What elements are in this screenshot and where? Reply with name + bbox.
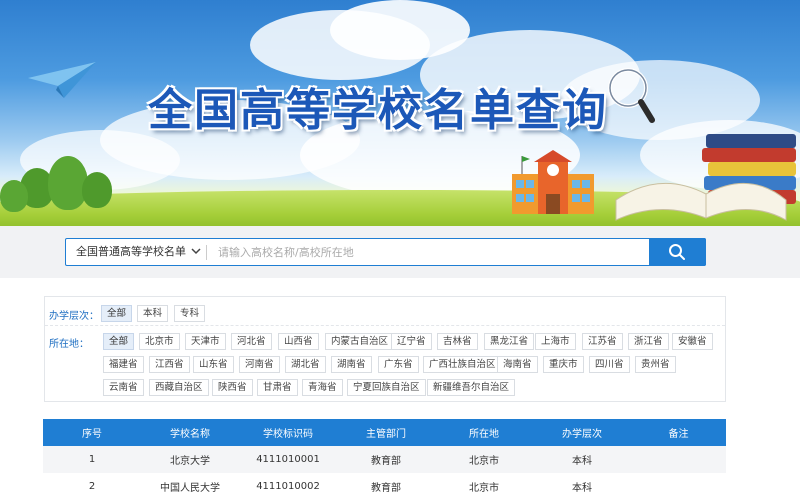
page-title: 全国高等学校名单查询 [148,85,608,136]
cell-level: 本科 [533,446,631,473]
column-header-school-code: 学校标识码 [239,419,337,446]
books-icon [615,134,796,221]
cell-school-name: 北京大学 [141,446,239,473]
column-header-department: 主管部门 [337,419,435,446]
search-icon [669,244,685,260]
location-option[interactable]: 宁夏回族自治区 [347,379,426,396]
level-option-undergraduate[interactable]: 本科 [137,305,169,322]
location-option[interactable]: 山东省 [193,356,234,373]
location-option[interactable]: 云南省 [103,379,144,396]
filter-divider [45,325,725,326]
location-option[interactable]: 内蒙古自治区 [325,333,395,350]
location-filter-label: 所在地： [49,339,89,350]
location-option[interactable]: 陕西省 [212,379,253,396]
school-building-icon [512,150,594,214]
level-filter-label: 办学层次： [49,311,99,322]
location-option[interactable]: 北京市 [139,333,180,350]
location-option[interactable]: 湖南省 [331,356,372,373]
paper-plane-icon [28,62,96,98]
location-option[interactable]: 河北省 [231,333,272,350]
cell-location: 北京市 [435,473,533,500]
location-option[interactable]: 辽宁省 [391,333,432,350]
location-option[interactable]: 江苏省 [582,333,623,350]
column-header-level: 办学层次 [533,419,631,446]
location-option[interactable]: 西藏自治区 [149,379,209,396]
search-scope-label: 全国普通高等学校名单 [76,245,186,258]
table-row: 1 北京大学 4111010001 教育部 北京市 本科 [43,446,726,473]
location-option[interactable]: 贵州省 [635,356,676,373]
cell-school-code: 4111010001 [239,446,337,473]
location-option[interactable]: 河南省 [239,356,280,373]
filter-panel: 办学层次： 全部 本科 专科 所在地： 全部 北京市 天津市 河北省 山西省 内… [44,296,726,402]
magnifier-icon [608,68,655,123]
column-header-school-name: 学校名称 [141,419,239,446]
location-option[interactable]: 四川省 [589,356,630,373]
location-option[interactable]: 重庆市 [543,356,584,373]
search-box: 全国普通高等学校名单 [65,238,706,266]
search-scope-dropdown[interactable]: 全国普通高等学校名单 [66,239,206,265]
cell-remarks [631,473,726,500]
column-header-index: 序号 [43,419,141,446]
school-list-table: 序号 学校名称 学校标识码 主管部门 所在地 办学层次 备注 1 北京大学 41… [43,419,726,500]
location-option[interactable]: 海南省 [497,356,538,373]
cell-level: 本科 [533,473,631,500]
location-option[interactable]: 安徽省 [672,333,713,350]
cell-index: 2 [43,473,141,500]
location-option[interactable]: 上海市 [535,333,576,350]
location-option[interactable]: 山西省 [278,333,319,350]
cell-department: 教育部 [337,473,435,500]
level-option-all[interactable]: 全部 [101,305,133,322]
cell-remarks [631,446,726,473]
search-divider [206,245,207,260]
search-button[interactable] [649,238,706,266]
chevron-down-icon [190,239,202,274]
cell-school-name: 中国人民大学 [141,473,239,500]
location-option-all[interactable]: 全部 [103,333,135,350]
location-option[interactable]: 广东省 [378,356,419,373]
level-option-junior-college[interactable]: 专科 [174,305,206,322]
location-option[interactable]: 福建省 [103,356,144,373]
location-option[interactable]: 广西壮族自治区 [423,356,502,373]
search-input[interactable] [218,242,638,262]
cell-department: 教育部 [337,446,435,473]
location-option[interactable]: 浙江省 [628,333,669,350]
location-option[interactable]: 青海省 [302,379,343,396]
location-option[interactable]: 新疆维吾尔自治区 [427,379,516,396]
location-option[interactable]: 甘肃省 [257,379,298,396]
location-option[interactable]: 江西省 [149,356,190,373]
table-header-row: 序号 学校名称 学校标识码 主管部门 所在地 办学层次 备注 [43,419,726,446]
cell-index: 1 [43,446,141,473]
location-option[interactable]: 湖北省 [285,356,326,373]
column-header-location: 所在地 [435,419,533,446]
cell-school-code: 4111010002 [239,473,337,500]
location-option[interactable]: 吉林省 [437,333,478,350]
header-banner: 全国高等学校名单查询 [0,0,800,226]
cell-location: 北京市 [435,446,533,473]
column-header-remarks: 备注 [631,419,726,446]
location-option[interactable]: 天津市 [185,333,226,350]
location-option[interactable]: 黑龙江省 [484,333,535,350]
table-row: 2 中国人民大学 4111010002 教育部 北京市 本科 [43,473,726,500]
